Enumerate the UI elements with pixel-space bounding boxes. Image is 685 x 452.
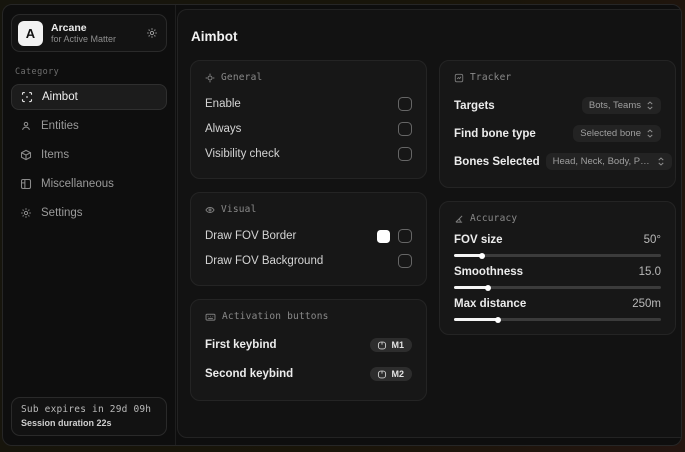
- slider-thumb[interactable]: [495, 316, 502, 323]
- setting-label: Draw FOV Background: [205, 255, 324, 267]
- target-icon: [205, 73, 215, 83]
- page-title: Aimbot: [191, 29, 238, 44]
- tracker-card: Tracker Targets Bots, Teams Find bone ty…: [439, 60, 676, 188]
- select-value: Selected bone: [580, 128, 641, 139]
- enable-checkbox[interactable]: [398, 97, 412, 111]
- category-label: Category: [15, 67, 60, 77]
- app-logo: A: [18, 20, 43, 46]
- setting-row-first-keybind: First keybind M1: [205, 332, 412, 358]
- keybind-value: M2: [391, 369, 404, 379]
- tracker-header: Tracker: [470, 72, 512, 83]
- sidebar-item-items[interactable]: Items: [11, 142, 167, 168]
- eye-icon: [205, 205, 215, 215]
- smoothness-slider[interactable]: [454, 284, 661, 291]
- slider-thumb[interactable]: [485, 284, 492, 291]
- unfold-icon: [646, 101, 654, 110]
- slider-thumb[interactable]: [478, 252, 485, 259]
- targets-select[interactable]: Bots, Teams: [581, 97, 661, 114]
- mouse-icon: [377, 341, 387, 350]
- setting-label: Enable: [205, 98, 241, 110]
- visual-header: Visual: [221, 204, 257, 215]
- misc-icon: [20, 178, 32, 190]
- radar-icon: [454, 73, 464, 83]
- setting-label: Second keybind: [205, 368, 294, 380]
- app-name: Arcane: [51, 21, 87, 34]
- setting-label: Find bone type: [454, 127, 536, 140]
- slider-value: 50°: [643, 234, 661, 246]
- sidebar-item-settings[interactable]: Settings: [11, 200, 167, 226]
- angle-icon: [454, 214, 464, 224]
- fov-border-checkbox[interactable]: [398, 229, 412, 243]
- keybind-value: M1: [391, 340, 404, 350]
- unfold-icon: [646, 129, 654, 138]
- setting-label: Bones Selected: [454, 155, 540, 168]
- general-card: General Enable Always Visibility check: [190, 60, 427, 179]
- setting-row-targets: Targets Bots, Teams: [454, 93, 661, 118]
- slider-value: 15.0: [638, 266, 661, 278]
- setting-label: First keybind: [205, 339, 277, 351]
- slider-row-max-distance: Max distance 250m: [454, 298, 661, 323]
- slider-value: 250m: [632, 298, 661, 310]
- setting-label: Always: [205, 123, 242, 135]
- sidebar-item-label: Settings: [41, 207, 83, 219]
- setting-label: Draw FOV Border: [205, 230, 297, 242]
- setting-row-enable: Enable: [205, 93, 412, 115]
- slider-row-smoothness: Smoothness 15.0: [454, 266, 661, 291]
- setting-label: Smoothness: [454, 266, 524, 278]
- select-value: Bots, Teams: [588, 100, 641, 111]
- cube-icon: [20, 149, 32, 161]
- setting-label: FOV size: [454, 234, 503, 246]
- sidebar-item-label: Items: [41, 149, 70, 161]
- subscription-box: Sub expires in 29d 09h Session duration …: [11, 397, 167, 436]
- sidebar-item-aimbot[interactable]: Aimbot: [11, 84, 167, 110]
- sub-expires-text: Sub expires in 29d 09h: [21, 404, 152, 415]
- setting-row-find-bone-type: Find bone type Selected bone: [454, 121, 661, 146]
- setting-row-bones-selected: Bones Selected Head, Neck, Body, Pe...: [454, 149, 672, 174]
- fov-background-checkbox[interactable]: [398, 254, 412, 268]
- accuracy-header: Accuracy: [470, 213, 518, 224]
- app-window: A Arcane for Active Matter Category Aimb: [2, 4, 682, 446]
- gear-icon: [20, 207, 32, 219]
- main-panel: Aimbot General Enable Always Visibility …: [177, 9, 681, 438]
- setting-row-fov-background: Draw FOV Background: [205, 250, 412, 272]
- select-value: Head, Neck, Body, Pe...: [552, 156, 652, 167]
- activation-card: Activation buttons First keybind M1 Seco…: [190, 299, 427, 401]
- app-subtitle: for Active Matter: [51, 33, 117, 44]
- find-bone-type-select[interactable]: Selected bone: [573, 125, 661, 142]
- visual-card: Visual Draw FOV Border Draw FOV Backgrou…: [190, 192, 427, 286]
- setting-label: Visibility check: [205, 148, 280, 160]
- unfold-icon: [657, 157, 665, 166]
- fov-border-color-swatch[interactable]: [377, 229, 390, 243]
- setting-row-second-keybind: Second keybind M2: [205, 361, 412, 387]
- sidebar: A Arcane for Active Matter Category Aimb: [3, 5, 176, 445]
- setting-row-fov-border: Draw FOV Border: [205, 225, 412, 247]
- settings-gear-icon[interactable]: [146, 27, 158, 39]
- general-header: General: [221, 72, 263, 83]
- sidebar-item-label: Entities: [41, 120, 79, 132]
- max-distance-slider[interactable]: [454, 316, 661, 323]
- brand-card: A Arcane for Active Matter: [11, 14, 167, 52]
- mouse-icon: [377, 370, 387, 379]
- sidebar-item-label: Aimbot: [42, 91, 78, 103]
- setting-label: Targets: [454, 99, 495, 112]
- accuracy-card: Accuracy FOV size 50° Smoothness 15.0 Ma…: [439, 201, 676, 335]
- first-keybind-button[interactable]: M1: [370, 338, 412, 352]
- setting-row-visibility-check: Visibility check: [205, 143, 412, 165]
- setting-row-always: Always: [205, 118, 412, 140]
- visibility-check-checkbox[interactable]: [398, 147, 412, 161]
- sidebar-item-entities[interactable]: Entities: [11, 113, 167, 139]
- activation-header: Activation buttons: [222, 311, 329, 322]
- keyboard-icon: [205, 312, 216, 322]
- sidebar-item-label: Miscellaneous: [41, 178, 114, 190]
- always-checkbox[interactable]: [398, 122, 412, 136]
- slider-row-fov-size: FOV size 50°: [454, 234, 661, 259]
- fov-size-slider[interactable]: [454, 252, 661, 259]
- bones-selected-select[interactable]: Head, Neck, Body, Pe...: [545, 153, 672, 170]
- setting-label: Max distance: [454, 298, 527, 310]
- crosshair-icon: [21, 91, 33, 103]
- sidebar-item-miscellaneous[interactable]: Miscellaneous: [11, 171, 167, 197]
- second-keybind-button[interactable]: M2: [370, 367, 412, 381]
- entities-icon: [20, 120, 32, 132]
- session-duration-text: Session duration 22s: [21, 418, 112, 428]
